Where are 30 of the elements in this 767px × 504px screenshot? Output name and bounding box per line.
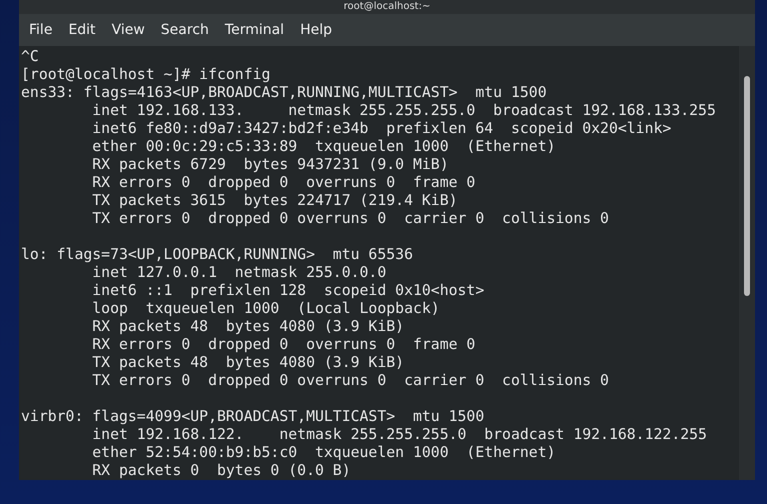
menu-item[interactable]: File bbox=[21, 18, 60, 42]
terminal-line: RX packets 48 bytes 4080 (3.9 KiB) bbox=[91, 318, 404, 335]
menu-item[interactable]: Edit bbox=[60, 18, 104, 42]
terminal-line: ether 00:0c:29:c5:33:89 txqueuelen 1000 (Ethernet) bbox=[91, 138, 556, 155]
terminal-line: inet 127.0.0.1 netmask 255.0.0.0 bbox=[91, 264, 386, 281]
terminal-line: virbr0: flags=4099<UP,BROADCAST,MULTICAST> mtu 1500 bbox=[21, 408, 484, 425]
terminal-line: RX errors 0 dropped 0 overruns 0 frame 0 bbox=[91, 336, 476, 353]
terminal-line: RX packets 0 bytes 0 (0.0 B) bbox=[91, 462, 351, 479]
terminal-line: TX errors 0 dropped 0 overruns 0 carrier 0 collisions 0 bbox=[91, 372, 609, 389]
terminal-line: inet 192.168.122. netmask 255.255.255.0 broadcast 192.168.122.255 bbox=[91, 426, 707, 443]
terminal-line: ether 52:54:00:b9:b5:c0 txqueuelen 1000 (Ethernet) bbox=[91, 444, 556, 461]
terminal-line: TX errors 0 dropped 0 overruns 0 carrier 0 collisions 0 bbox=[91, 210, 609, 227]
terminal-line: [root@localhost ~]# ifconfig bbox=[21, 66, 270, 83]
terminal-line: RX packets 6729 bytes 9437231 (9.0 MiB) bbox=[91, 156, 449, 173]
menu-item[interactable]: View bbox=[104, 18, 153, 42]
terminal-line: inet6 ::1 prefixlen 128 scopeid 0x10<host> bbox=[91, 282, 484, 299]
terminal-line: loop txqueuelen 1000 (Local Loopback) bbox=[91, 300, 440, 317]
menu-item[interactable]: Help bbox=[292, 18, 340, 42]
menu-item[interactable]: Terminal bbox=[216, 18, 292, 42]
terminal-line: TX packets 48 bytes 4080 (3.9 KiB) bbox=[91, 354, 404, 371]
terminal-line: lo: flags=73<UP,LOOPBACK,RUNNING> mtu 65536 bbox=[21, 246, 413, 263]
terminal-line: ^C bbox=[21, 48, 39, 65]
menu-item[interactable]: Search bbox=[152, 18, 217, 42]
terminal-line: RX errors 0 dropped 0 overruns 0 frame 0 bbox=[91, 174, 476, 191]
scrollbar-thumb[interactable] bbox=[744, 76, 750, 296]
terminal-line: inet6 fe80::d9a7:3427:bd2f:e34b prefixlen 64 scopeid 0x20<link> bbox=[91, 120, 672, 137]
terminal-line: ens33: flags=4163<UP,BROADCAST,RUNNING,MULTICAST> mtu 1500 bbox=[21, 84, 547, 101]
terminal-line: inet 192.168.133. netmask 255.255.255.0 broadcast 192.168.133.255 bbox=[91, 102, 716, 119]
window-title: root@localhost:~ bbox=[344, 1, 430, 13]
terminal-line: TX packets 3615 bytes 224717 (219.4 KiB) bbox=[91, 192, 458, 209]
